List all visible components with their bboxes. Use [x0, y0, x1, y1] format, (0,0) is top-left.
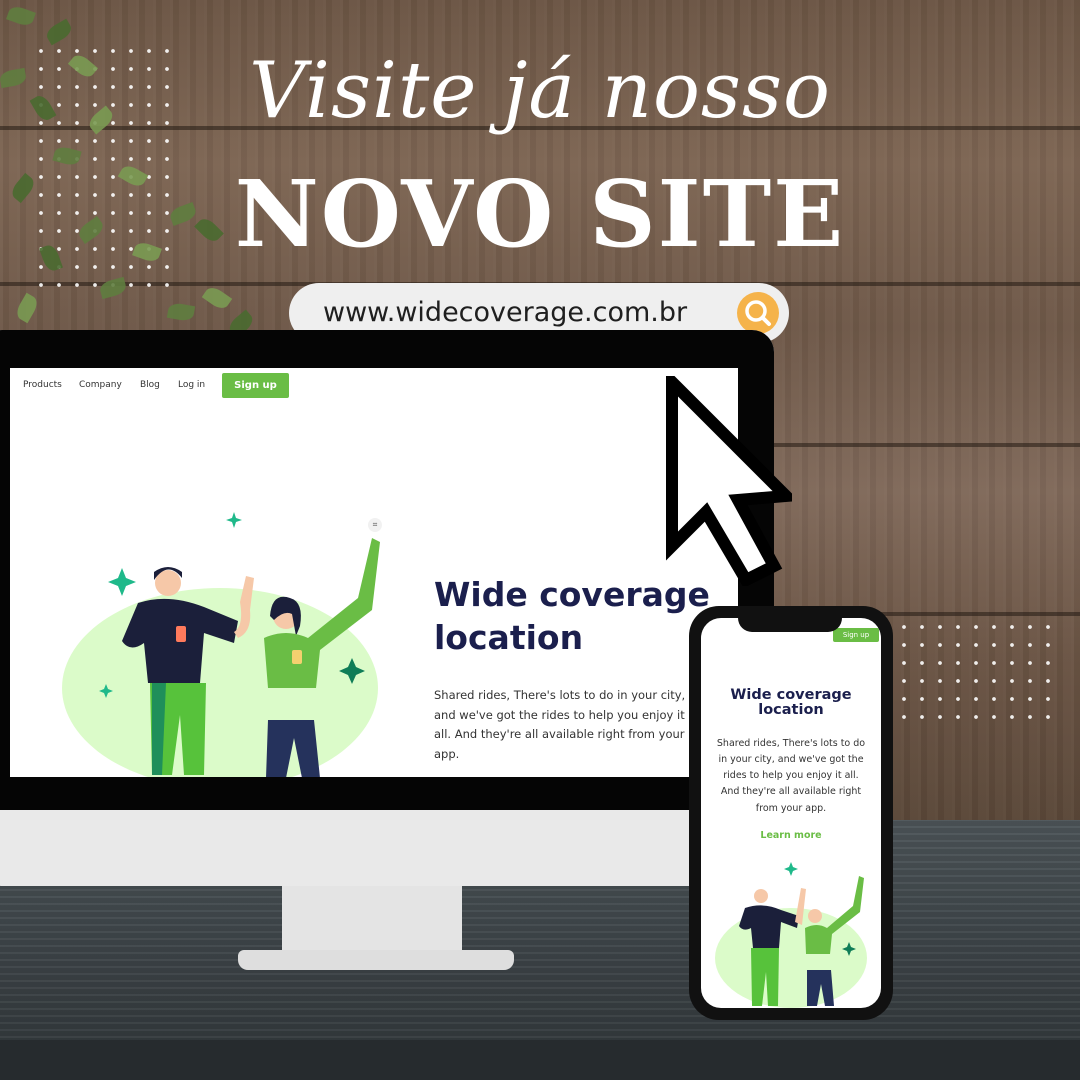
hero-description: Shared rides, There's lots to do in your… [434, 688, 686, 761]
nav-products[interactable]: Products [23, 380, 62, 390]
desktop-monitor: Products Company Blog Log in Sign up ⌗ W… [0, 330, 774, 886]
sparkle-icon [108, 568, 136, 596]
mobile-title-line2: location [758, 702, 824, 719]
hero-illustration [62, 512, 380, 777]
signup-button[interactable]: Sign up [222, 373, 289, 398]
mobile-website: Sign up Wide coverage location Shared ri… [701, 618, 881, 1008]
promo-scene: Visite já nosso NOVO SITE www.widecovera… [0, 0, 1080, 1080]
nav-blog[interactable]: Blog [140, 380, 160, 390]
phone-notch [738, 606, 842, 632]
focus-icon[interactable]: ⌗ [368, 518, 382, 532]
learn-more-link[interactable]: Learn more [701, 830, 881, 841]
mobile-signup-button[interactable]: Sign up [833, 628, 879, 642]
sparkle-icon [226, 512, 242, 528]
mobile-hero-title: Wide coverage location [701, 687, 881, 719]
script-heading: Visite já nosso [249, 46, 831, 136]
hero-title: Wide coverage location [434, 574, 710, 660]
monitor-stand [282, 886, 462, 958]
site-navbar: Products Company Blog Log in Sign up [10, 368, 738, 404]
hero-title-line2: location [434, 617, 584, 657]
mobile-hero-illustration [715, 862, 867, 1008]
monitor-bezel: Products Company Blog Log in Sign up ⌗ W… [0, 330, 774, 810]
monitor-base [238, 950, 514, 970]
search-button[interactable] [737, 292, 779, 334]
mouse-pointer-icon [666, 376, 792, 586]
nav-login[interactable]: Log in [178, 380, 205, 390]
mobile-hero-description: Shared rides, There's lots to do in your… [716, 738, 866, 814]
search-icon [745, 300, 771, 326]
desktop-website: Products Company Blog Log in Sign up ⌗ W… [10, 368, 738, 777]
mobile-title-line1: Wide coverage [730, 687, 852, 703]
url-text: www.widecoverage.com.br [323, 297, 688, 328]
sparkle-icon [784, 862, 798, 876]
nav-company[interactable]: Company [79, 380, 122, 390]
main-heading: NOVO SITE [234, 160, 846, 268]
table-edge [0, 1040, 1080, 1080]
dot-pattern-right [895, 618, 1055, 726]
